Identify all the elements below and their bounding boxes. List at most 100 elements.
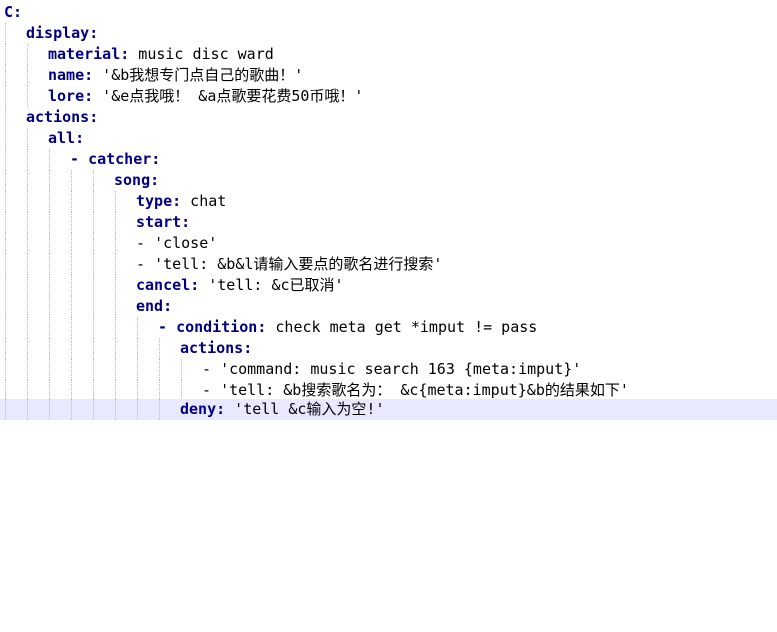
- indent-guide: [27, 86, 28, 107]
- indent-guide: [49, 191, 50, 212]
- indent-guide: [5, 23, 6, 44]
- indent-guide: [5, 275, 6, 296]
- indent-guide: [93, 359, 94, 380]
- indent-guide: [49, 317, 50, 338]
- indent-guide: [93, 380, 94, 401]
- code-line[interactable]: - 'close': [0, 233, 777, 254]
- indent-guide: [159, 338, 160, 359]
- yaml-colon: :: [84, 66, 94, 84]
- indent-guide: [71, 212, 72, 233]
- indent-guide: [115, 254, 116, 275]
- indent-guide: [49, 399, 50, 420]
- indent-guide: [115, 212, 116, 233]
- indent-guide: [49, 338, 50, 359]
- code-line[interactable]: - catcher:: [0, 149, 777, 170]
- code-line[interactable]: material: music disc ward: [0, 44, 777, 65]
- indent-guide: [115, 338, 116, 359]
- indent-guide: [5, 254, 6, 275]
- list-dash: -: [202, 360, 221, 378]
- yaml-colon: :: [75, 129, 85, 147]
- code-line[interactable]: C:: [0, 2, 777, 23]
- code-line[interactable]: - 'tell: &b&l请输入要点的歌名进行搜索': [0, 254, 777, 275]
- yaml-colon: :: [243, 339, 253, 357]
- code-line[interactable]: display:: [0, 23, 777, 44]
- code-line[interactable]: start:: [0, 212, 777, 233]
- indent-guide: [93, 212, 94, 233]
- yaml-value: 'tell: &c已取消': [199, 276, 344, 294]
- indent-guide: [115, 317, 116, 338]
- indent-guide: [27, 44, 28, 65]
- indent-guide: [115, 191, 116, 212]
- list-dash: -: [202, 381, 221, 399]
- yaml-key: all: [48, 129, 76, 147]
- indent-guide: [93, 399, 94, 420]
- yaml-key: deny: [180, 400, 217, 418]
- indent-guide: [115, 275, 116, 296]
- indent-guide: [49, 296, 50, 317]
- code-line[interactable]: actions:: [0, 107, 777, 128]
- indent-guide: [93, 317, 94, 338]
- yaml-key: cancel: [136, 276, 191, 294]
- code-line[interactable]: end:: [0, 296, 777, 317]
- code-line[interactable]: type: chat: [0, 191, 777, 212]
- indent-guide: [71, 233, 72, 254]
- indent-guide: [137, 399, 138, 420]
- indent-guide: [5, 170, 6, 191]
- code-line[interactable]: cancel: 'tell: &c已取消': [0, 275, 777, 296]
- indent-guide: [5, 317, 6, 338]
- code-line[interactable]: actions:: [0, 338, 777, 359]
- indent-guide: [71, 275, 72, 296]
- indent-guide: [49, 254, 50, 275]
- indent-guide: [5, 380, 6, 401]
- indent-guide: [49, 359, 50, 380]
- indent-guide: [27, 149, 28, 170]
- yaml-key: lore: [48, 87, 85, 105]
- yaml-value: 'tell &c输入为空!': [225, 400, 385, 418]
- indent-guide: [137, 338, 138, 359]
- indent-guide: [137, 359, 138, 380]
- indent-guide: [27, 254, 28, 275]
- indent-guide: [5, 65, 6, 86]
- yaml-value: '&b我想专门点自己的歌曲！': [93, 66, 304, 84]
- list-dash: -: [136, 234, 155, 252]
- code-line[interactable]: song:: [0, 170, 777, 191]
- indent-guide: [137, 380, 138, 401]
- indent-guide: [93, 191, 94, 212]
- indent-guide: [181, 380, 182, 401]
- list-dash: -: [158, 318, 177, 336]
- yaml-value: chat: [181, 192, 227, 210]
- indent-guide: [27, 233, 28, 254]
- code-line[interactable]: - condition: check meta get *imput != pa…: [0, 317, 777, 338]
- indent-guide: [49, 149, 50, 170]
- code-line[interactable]: name: '&b我想专门点自己的歌曲！': [0, 65, 777, 86]
- yaml-value: 'command: music search 163 {meta:imput}': [220, 360, 582, 378]
- code-line[interactable]: - 'command: music search 163 {meta:imput…: [0, 359, 777, 380]
- yaml-value: check meta get *imput != pass: [266, 318, 538, 336]
- code-line[interactable]: lore: '&e点我哦！ &a点歌要花费50币哦！': [0, 86, 777, 107]
- yaml-key: material: [48, 45, 121, 63]
- code-editor[interactable]: C: display: material: music disc ward na…: [0, 0, 777, 422]
- code-line[interactable]: all:: [0, 128, 777, 149]
- indent-guide: [27, 65, 28, 86]
- yaml-key: C: [4, 3, 14, 21]
- yaml-key: catcher: [88, 150, 152, 168]
- indent-guide: [5, 107, 6, 128]
- yaml-colon: :: [172, 192, 182, 210]
- indent-guide: [5, 233, 6, 254]
- indent-guide: [93, 233, 94, 254]
- indent-guide: [5, 191, 6, 212]
- yaml-key: song: [114, 171, 151, 189]
- yaml-colon: :: [151, 150, 161, 168]
- indent-guide: [115, 380, 116, 401]
- indent-guide: [49, 170, 50, 191]
- code-line-current[interactable]: deny: 'tell &c输入为空!': [0, 399, 777, 420]
- indent-guide: [49, 380, 50, 401]
- indent-guide: [27, 399, 28, 420]
- yaml-colon: :: [120, 45, 130, 63]
- indent-guide: [137, 317, 138, 338]
- indent-guide: [71, 191, 72, 212]
- indent-guide: [71, 317, 72, 338]
- code-line[interactable]: - 'tell: &b搜索歌名为： &c{meta:imput}&b的结果如下': [0, 380, 777, 401]
- indent-guide: [71, 338, 72, 359]
- indent-guide: [93, 170, 94, 191]
